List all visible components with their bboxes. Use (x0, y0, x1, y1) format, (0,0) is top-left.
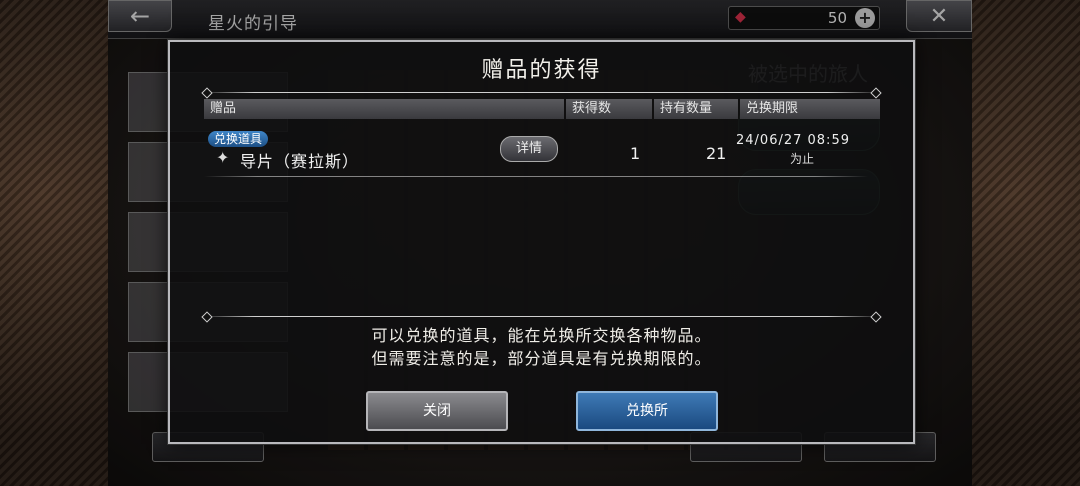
sparkle-icon: ✦ (216, 148, 230, 167)
divider (200, 316, 882, 317)
divider (200, 92, 882, 93)
expiry-date: 24/06/27 08:59 (736, 133, 850, 148)
detail-button[interactable]: 详情 (500, 136, 558, 162)
dialog-title: 赠品的获得 (481, 58, 602, 83)
left-decorative-border (0, 0, 108, 486)
divider-ornament-icon (870, 87, 882, 99)
exchange-item-badge: 兑换道具 (208, 131, 269, 147)
obtained-count: 1 (630, 144, 641, 163)
info-message-line-1: 可以兑换的道具，能在兑换所交换各种物品。 (371, 326, 712, 345)
close-button[interactable]: 关闭 (366, 391, 508, 431)
expiry-suffix: 为止 (790, 152, 815, 166)
divider-ornament-icon (201, 311, 213, 323)
table-header: 赠品 获得数 持有数量 兑换期限 (204, 99, 880, 119)
column-gift: 赠品 (204, 99, 564, 119)
column-expiry: 兑换期限 (740, 99, 880, 119)
divider-ornament-icon (870, 311, 882, 323)
gift-obtained-dialog: 赠品的获得 赠品 获得数 持有数量 兑换期限 兑换道具 ✦ 导片（赛拉斯） 详情… (168, 40, 915, 444)
divider (204, 176, 868, 177)
column-owned: 持有数量 (654, 99, 738, 119)
divider-ornament-icon (201, 87, 213, 99)
owned-count: 21 (706, 144, 727, 163)
item-name: 导片（赛拉斯） (240, 152, 360, 171)
exchange-shop-button[interactable]: 兑换所 (576, 391, 718, 431)
column-obtained: 获得数 (566, 99, 652, 119)
right-decorative-border (972, 0, 1080, 486)
info-message-line-2: 但需要注意的是，部分道具是有兑换期限的。 (371, 349, 712, 368)
